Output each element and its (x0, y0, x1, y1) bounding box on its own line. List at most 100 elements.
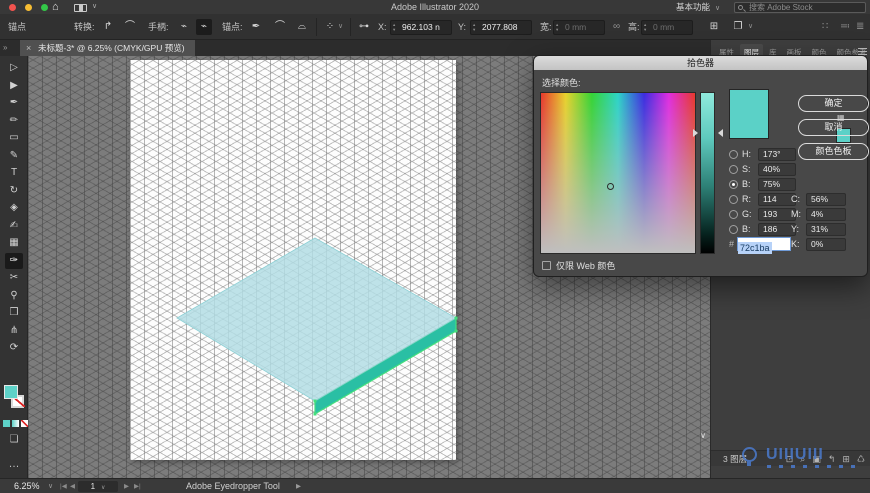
web-colors-only-checkbox[interactable] (542, 261, 551, 270)
radio-S[interactable] (729, 165, 738, 174)
direct-selection-tool[interactable]: ▶ (5, 78, 23, 94)
document-tab-title: 未标题-3* @ 6.25% (CMYK/GPU 预览) (38, 43, 185, 53)
convert-to-smooth-button[interactable]: ⌒ (122, 19, 138, 35)
input-H[interactable]: 173° (758, 148, 796, 161)
stepper-icon[interactable]: ▴ ▾ (473, 22, 475, 33)
status-arrow-icon[interactable]: ▶ (296, 479, 301, 493)
zoom-tool-icon: ⚲ (10, 289, 18, 301)
fill-color-swatch[interactable] (4, 385, 18, 399)
document-tab[interactable]: × 未标题-3* @ 6.25% (CMYK/GPU 预览) (20, 40, 195, 56)
last-artboard-icon[interactable]: ▶| (134, 479, 141, 493)
eraser-tool[interactable]: ◈ (5, 200, 23, 216)
search-icon[interactable]: ⌕ (800, 451, 805, 467)
chevron-down-icon[interactable]: ∨ (338, 14, 343, 40)
rotate-view-tool[interactable]: ⟳ (5, 340, 23, 356)
first-artboard-icon[interactable]: |◀ (60, 479, 67, 493)
shape-properties-button[interactable]: ❐ (730, 19, 746, 35)
control-bar: 锚点 转换: ↱ ⌒ 手柄: ⌁ ⌁ 锚点: ✒ ⌒ ⌓ ⁘ ∨ ⊶ X: ▴ ▾… (0, 14, 870, 40)
scrollbar-down-icon[interactable]: ∨ (700, 431, 706, 440)
gradient-button[interactable] (12, 420, 19, 427)
iso-top-face[interactable] (176, 237, 457, 402)
radio-G[interactable] (729, 210, 738, 219)
hex-input[interactable]: 72c1ba (737, 237, 791, 254)
new-sublayer-icon[interactable]: ↰ (828, 451, 836, 467)
link-dimensions-icon[interactable]: ∞ (613, 14, 620, 40)
zoom-level[interactable]: 6.25% (14, 479, 40, 493)
close-tab-icon[interactable]: × (26, 40, 31, 56)
align-panel-icon[interactable]: ≕ (840, 14, 850, 40)
convert-to-corner-button[interactable]: ↱ (100, 19, 116, 35)
menu-icon[interactable]: ≣ (856, 14, 864, 40)
brightness-slider[interactable] (700, 92, 715, 254)
selection-tool[interactable]: ▷ (5, 60, 23, 76)
radio-B[interactable] (729, 225, 738, 234)
clipping-mask-icon[interactable]: ▣ (812, 451, 821, 467)
rectangle-tool[interactable]: ▭ (5, 130, 23, 146)
handles-label: 手柄: (148, 22, 169, 32)
stepper-icon[interactable]: ▴ ▾ (393, 22, 395, 33)
grid-options-icon[interactable]: ∷ (822, 14, 828, 40)
slider-arrow-right-icon[interactable] (718, 129, 723, 137)
input-K[interactable]: 0% (806, 238, 846, 251)
input-B[interactable]: 75% (758, 178, 796, 191)
none-button[interactable] (21, 420, 28, 427)
delete-layer-icon[interactable]: ♺ (857, 451, 865, 467)
align-options-button[interactable]: ⁘ (322, 19, 338, 35)
chevron-down-icon[interactable]: ∨ (748, 14, 753, 40)
shear-tool[interactable]: ⋔ (5, 323, 23, 339)
input-C[interactable]: 56% (806, 193, 846, 206)
cut-path-button[interactable]: ⌓ (294, 19, 310, 35)
curvature-tool[interactable]: ✏ (5, 113, 23, 129)
drawing-mode-icon[interactable]: ❏ (0, 434, 28, 445)
panel-collapse-icon[interactable]: » (3, 40, 7, 56)
zoom-tool[interactable]: ⚲ (5, 288, 23, 304)
radio-B[interactable] (729, 180, 738, 189)
color-field[interactable] (540, 92, 696, 254)
artboard-tool[interactable]: ❒ (5, 305, 23, 321)
stock-search-input[interactable]: 搜索 Adobe Stock (734, 1, 866, 13)
reference-point-icon[interactable]: ⊶ (356, 19, 372, 35)
radio-H[interactable] (729, 150, 738, 159)
color-button[interactable] (3, 420, 10, 427)
remove-anchor-button[interactable]: ✒ (248, 19, 264, 35)
connect-anchor-button[interactable]: ⌒ (272, 19, 288, 35)
pen-tool[interactable]: ✒ (5, 95, 23, 111)
panel-menu-icon[interactable] (858, 48, 867, 55)
ok-button[interactable]: 确定 (798, 95, 869, 112)
paintbrush-tool[interactable]: ✎ (5, 148, 23, 164)
cancel-button[interactable]: 取消 (798, 119, 869, 136)
eyedropper-tool[interactable]: ✑ (5, 252, 23, 269)
color-field-marker[interactable] (607, 183, 614, 190)
stepper-icon[interactable]: ▴ ▾ (644, 22, 646, 33)
y-label: Y: (458, 22, 467, 32)
locate-object-icon[interactable]: ⊡ (786, 451, 794, 467)
shaper-tool[interactable]: ✍ (5, 218, 23, 234)
input-M[interactable]: 4% (806, 208, 846, 221)
new-layer-icon[interactable]: ⊞ (842, 451, 850, 467)
color-swatches-button[interactable]: 颜色色板 (798, 143, 869, 160)
hide-handles-button[interactable]: ⌁ (196, 19, 212, 35)
stepper-icon[interactable]: ▴ ▾ (556, 22, 558, 33)
height-input[interactable]: ▴ ▾ 0 mm (641, 19, 693, 35)
input-S[interactable]: 40% (758, 163, 796, 176)
scissors-tool[interactable]: ✂ (5, 270, 23, 286)
next-artboard-icon[interactable]: ▶ (124, 479, 129, 493)
type-tool[interactable]: T (5, 165, 23, 181)
rotate-tool[interactable]: ↻ (5, 183, 23, 199)
slider-arrow-left-icon[interactable] (693, 129, 698, 137)
dialog-title[interactable]: 拾色器 (534, 56, 867, 70)
radio-R[interactable] (729, 195, 738, 204)
prev-artboard-icon[interactable]: ◀ (70, 479, 75, 493)
width-input[interactable]: ▴ ▾ 0 mm (553, 19, 605, 35)
x-input[interactable]: ▴ ▾ 962.103 n (390, 19, 452, 35)
y-input[interactable]: ▴ ▾ 2077.808 (470, 19, 532, 35)
more-tools-icon[interactable]: … (0, 458, 28, 470)
transform-button[interactable]: ⊞ (706, 19, 722, 35)
show-handles-button[interactable]: ⌁ (176, 19, 192, 35)
workspace-menu[interactable]: 基本功能 ∨ (676, 0, 720, 16)
titlebar: ⌂ ∨ Adobe Illustrator 2020 基本功能 ∨ 搜索 Adob… (0, 0, 870, 14)
artboard-number-field[interactable]: 1 ∨ (78, 481, 118, 492)
gradient-tool[interactable]: ▦ (5, 235, 23, 251)
input-Y[interactable]: 31% (806, 223, 846, 236)
zoom-chevron-icon[interactable]: ∨ (48, 479, 53, 493)
